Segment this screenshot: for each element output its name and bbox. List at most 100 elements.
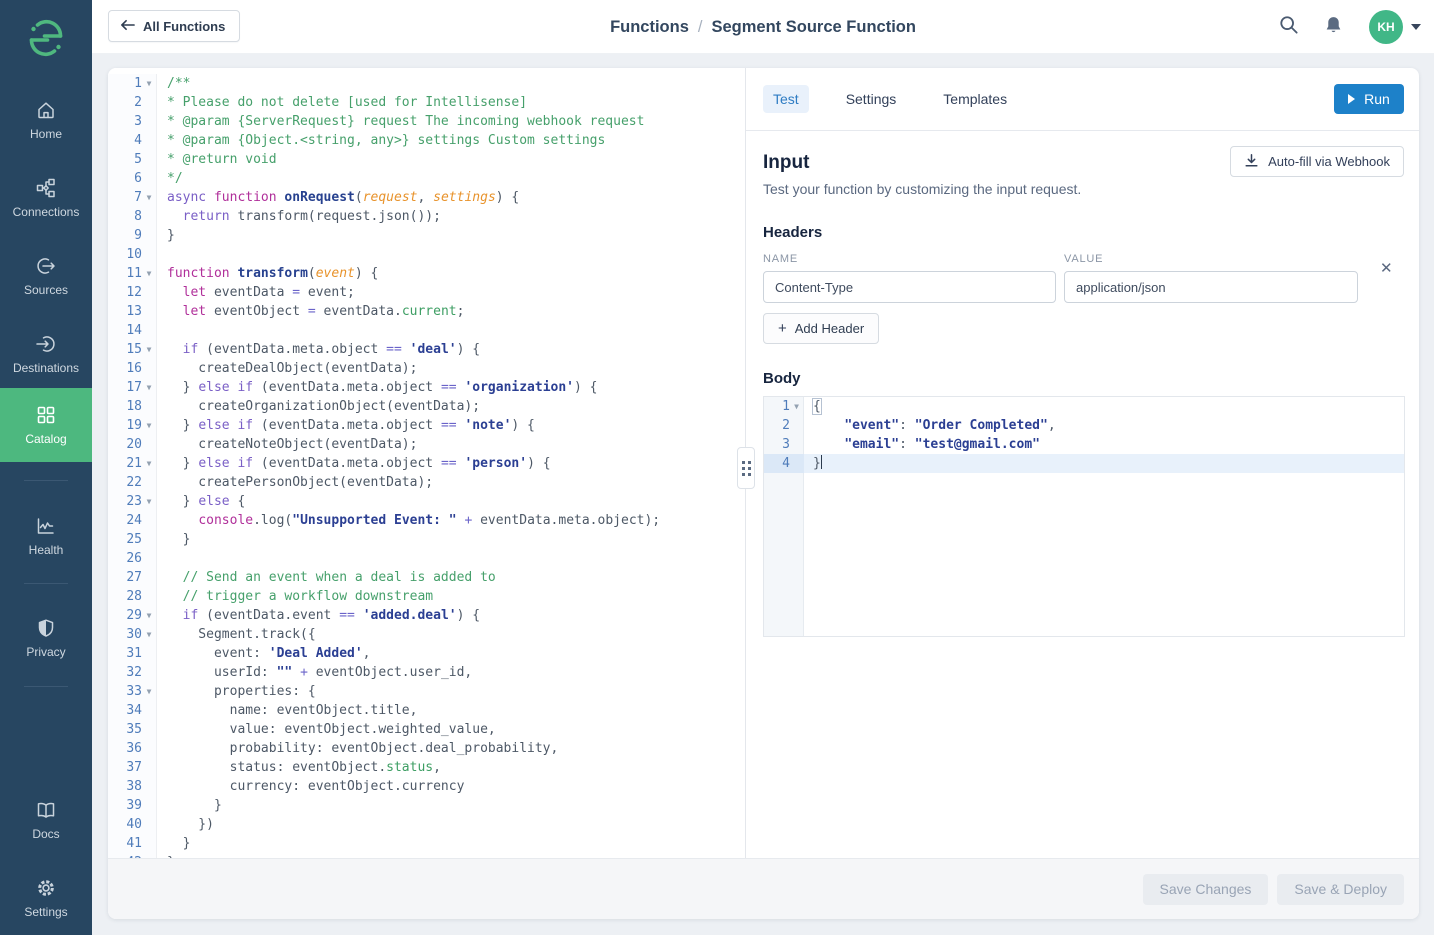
line-number: 27 xyxy=(108,568,142,587)
code-line[interactable]: 3* @param {ServerRequest} request The in… xyxy=(108,112,745,131)
sidebar-item-home[interactable]: Home xyxy=(0,88,92,152)
sidebar-item-connections[interactable]: Connections xyxy=(0,166,92,230)
fold-icon[interactable]: ▼ xyxy=(142,264,156,283)
sidebar: Home Connections Sources Destinations Catalo… xyxy=(0,0,92,935)
sidebar-item-destinations[interactable]: Destinations xyxy=(0,322,92,386)
fold-icon[interactable]: ▼ xyxy=(142,74,156,93)
code-line[interactable]: 7▼async function onRequest(request, sett… xyxy=(108,188,745,207)
search-icon[interactable] xyxy=(1279,15,1298,39)
line-number: 11 xyxy=(108,264,142,283)
line-number: 6 xyxy=(108,169,142,188)
add-header-button[interactable]: + Add Header xyxy=(763,313,879,344)
fold-spacer xyxy=(142,359,156,378)
fold-icon[interactable]: ▼ xyxy=(142,606,156,625)
fold-icon[interactable]: ▼ xyxy=(142,454,156,473)
code-line[interactable]: 41 } xyxy=(108,834,745,853)
code-line[interactable]: 37 status: eventObject.status, xyxy=(108,758,745,777)
tab-templates[interactable]: Templates xyxy=(933,85,1017,113)
code-line[interactable]: 34 name: eventObject.title, xyxy=(108,701,745,720)
remove-header-button[interactable]: ✕ xyxy=(1380,259,1393,277)
run-button[interactable]: Run xyxy=(1334,84,1404,114)
code-line[interactable]: 32 userId: "" + eventObject.user_id, xyxy=(108,663,745,682)
line-number: 36 xyxy=(108,739,142,758)
code-line[interactable]: 5* @return void xyxy=(108,150,745,169)
test-panel: Test Settings Templates Run Input Test y… xyxy=(746,68,1419,858)
code-line[interactable]: 1▼/** xyxy=(108,74,745,93)
sidebar-item-health[interactable]: Health xyxy=(0,504,92,568)
code-line[interactable]: 10 xyxy=(108,245,745,264)
tab-test[interactable]: Test xyxy=(763,85,809,113)
body-json-editor[interactable]: 1▼{2 "event": "Order Completed",3 "email… xyxy=(763,396,1405,637)
sidebar-item-catalog[interactable]: Catalog xyxy=(0,388,92,462)
code-line[interactable]: 26 xyxy=(108,549,745,568)
autofill-webhook-button[interactable]: Auto-fill via Webhook xyxy=(1230,146,1404,177)
save-deploy-button[interactable]: Save & Deploy xyxy=(1277,874,1404,905)
save-changes-button[interactable]: Save Changes xyxy=(1143,874,1269,905)
fold-icon[interactable]: ▼ xyxy=(142,625,156,644)
body-line[interactable]: 3 "email": "test@gmail.com" xyxy=(764,435,1404,454)
code-line[interactable]: 18 createOrganizationObject(eventData); xyxy=(108,397,745,416)
code-line[interactable]: 20 createNoteObject(eventData); xyxy=(108,435,745,454)
code-line[interactable]: 28 // trigger a workflow downstream xyxy=(108,587,745,606)
all-functions-back-button[interactable]: All Functions xyxy=(108,10,240,42)
code-line[interactable]: 40 }) xyxy=(108,815,745,834)
code-line[interactable]: 29▼ if (eventData.event == 'added.deal')… xyxy=(108,606,745,625)
breadcrumb-functions[interactable]: Functions xyxy=(610,18,689,37)
sidebar-item-sources[interactable]: Sources xyxy=(0,244,92,308)
code-line[interactable]: 11▼function transform(event) { xyxy=(108,264,745,283)
code-line[interactable]: 2* Please do not delete [used for Intell… xyxy=(108,93,745,112)
code-line[interactable]: 27 // Send an event when a deal is added… xyxy=(108,568,745,587)
user-menu[interactable]: KH xyxy=(1369,10,1421,44)
code-line[interactable]: 16 createDealObject(eventData); xyxy=(108,359,745,378)
code-line[interactable]: 6*/ xyxy=(108,169,745,188)
body-line[interactable]: 1▼{ xyxy=(764,397,1404,416)
line-number: 23 xyxy=(108,492,142,511)
card-footer: Save Changes Save & Deploy xyxy=(108,858,1419,919)
download-icon xyxy=(1244,153,1259,171)
header-name-input[interactable] xyxy=(763,271,1056,303)
code-line[interactable]: 23▼ } else { xyxy=(108,492,745,511)
bell-icon[interactable] xyxy=(1324,15,1343,40)
back-button-label: All Functions xyxy=(143,19,225,34)
code-line[interactable]: 12 let eventData = event; xyxy=(108,283,745,302)
code-line[interactable]: 17▼ } else if (eventData.meta.object == … xyxy=(108,378,745,397)
code-line[interactable]: 25 } xyxy=(108,530,745,549)
code-line[interactable]: 13 let eventObject = eventData.current; xyxy=(108,302,745,321)
sidebar-item-label: Catalog xyxy=(25,432,66,446)
code-line[interactable]: 19▼ } else if (eventData.meta.object == … xyxy=(108,416,745,435)
code-line[interactable]: 15▼ if (eventData.meta.object == 'deal')… xyxy=(108,340,745,359)
code-line[interactable]: 22 createPersonObject(eventData); xyxy=(108,473,745,492)
header-value-input[interactable] xyxy=(1064,271,1358,303)
code-line[interactable]: 24 console.log("Unsupported Event: " + e… xyxy=(108,511,745,530)
sidebar-item-label: Docs xyxy=(32,827,59,841)
fold-icon[interactable]: ▼ xyxy=(142,416,156,435)
code-editor[interactable]: 1▼/**2* Please do not delete [used for I… xyxy=(108,68,745,858)
body-line[interactable]: 2 "event": "Order Completed", xyxy=(764,416,1404,435)
body-line[interactable]: 4} xyxy=(764,454,1404,473)
code-line[interactable]: 33▼ properties: { xyxy=(108,682,745,701)
fold-icon[interactable]: ▼ xyxy=(142,378,156,397)
segment-logo[interactable] xyxy=(24,16,68,60)
sidebar-item-docs[interactable]: Docs xyxy=(0,788,92,852)
code-line[interactable]: 30▼ Segment.track({ xyxy=(108,625,745,644)
avatar[interactable]: KH xyxy=(1369,10,1403,44)
fold-icon[interactable]: ▼ xyxy=(142,492,156,511)
fold-icon[interactable]: ▼ xyxy=(142,340,156,359)
line-number: 3 xyxy=(764,435,790,454)
code-line[interactable]: 31 event: 'Deal Added', xyxy=(108,644,745,663)
fold-icon[interactable]: ▼ xyxy=(142,188,156,207)
code-line[interactable]: 9} xyxy=(108,226,745,245)
code-line[interactable]: 8 return transform(request.json()); xyxy=(108,207,745,226)
fold-icon[interactable]: ▼ xyxy=(142,682,156,701)
code-line[interactable]: 21▼ } else if (eventData.meta.object == … xyxy=(108,454,745,473)
code-line[interactable]: 4* @param {Object.<string, any>} setting… xyxy=(108,131,745,150)
fold-icon[interactable]: ▼ xyxy=(790,397,803,416)
code-line[interactable]: 35 value: eventObject.weighted_value, xyxy=(108,720,745,739)
sidebar-item-settings[interactable]: Settings xyxy=(0,866,92,930)
code-line[interactable]: 14 xyxy=(108,321,745,340)
code-line[interactable]: 36 probability: eventObject.deal_probabi… xyxy=(108,739,745,758)
code-line[interactable]: 38 currency: eventObject.currency xyxy=(108,777,745,796)
tab-settings[interactable]: Settings xyxy=(836,85,907,113)
sidebar-item-privacy[interactable]: Privacy xyxy=(0,606,92,670)
code-line[interactable]: 39 } xyxy=(108,796,745,815)
